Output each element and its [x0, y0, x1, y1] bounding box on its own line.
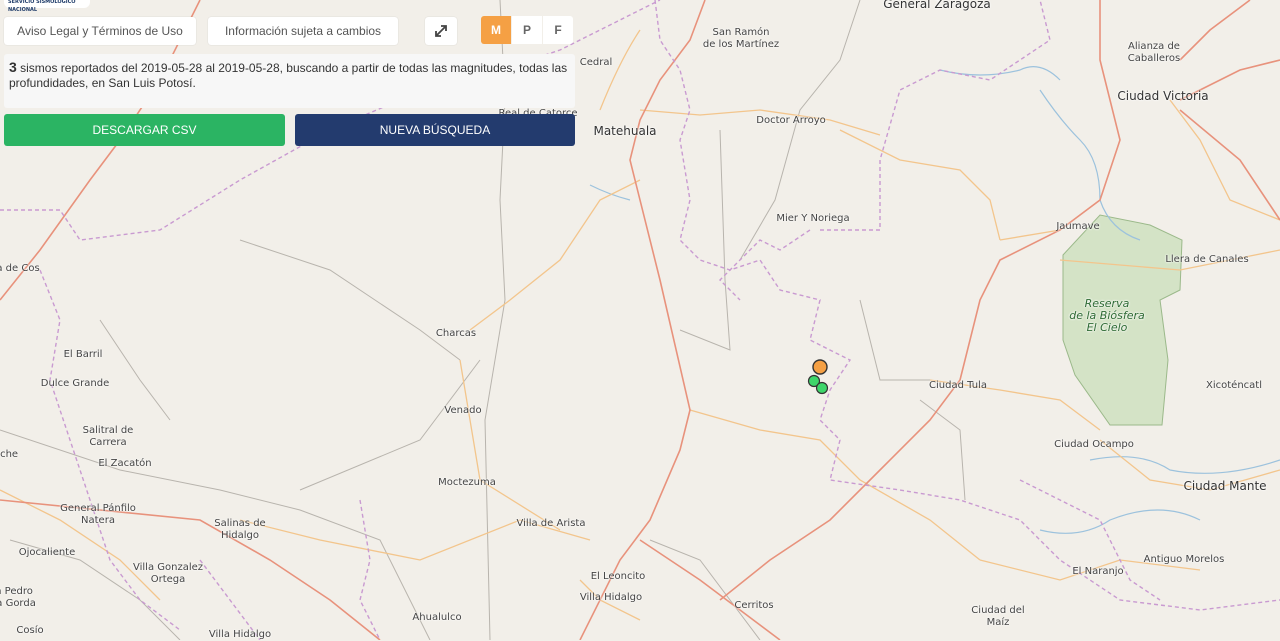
map-place-label: Ciudad del Maíz — [971, 605, 1025, 628]
new-search-button[interactable]: NUEVA BÚSQUEDA — [295, 114, 575, 146]
map-place-label: n Pedro ra Gorda — [0, 586, 36, 609]
map-place-label: General Pánfilo Natera — [60, 503, 136, 526]
earthquake-marker-green[interactable] — [815, 381, 829, 395]
info-subject-to-change-button[interactable]: Información sujeta a cambios — [208, 17, 398, 45]
map-place-label: Villa Hidalgo — [208, 629, 272, 640]
map-place-label: Villa Hidalgo — [579, 592, 643, 603]
map-place-label: Llera de Canales — [1165, 254, 1249, 265]
map-place-label: General Zaragoza — [883, 0, 991, 11]
map-place-label: Salitral de Carrera — [82, 425, 134, 448]
map-place-label: Jaumave — [1056, 221, 1100, 232]
legal-terms-button[interactable]: Aviso Legal y Términos de Uso — [4, 17, 196, 45]
earthquake-marker-orange[interactable] — [812, 359, 828, 375]
map-place-label: Venado — [444, 405, 482, 416]
map-place-label: Cerritos — [734, 600, 774, 611]
map-place-label: El Barril — [63, 349, 103, 360]
map-place-label: Ciudad Mante — [1183, 479, 1267, 493]
map-place-label: eche — [0, 449, 19, 460]
map-place-label: Matehuala — [593, 124, 657, 138]
segment-p[interactable]: P — [512, 16, 542, 44]
segment-m[interactable]: M — [481, 16, 511, 44]
quake-count: 3 — [9, 59, 17, 75]
summary-text: sismos reportados del 2019-05-28 al 2019… — [9, 61, 568, 90]
map-place-label: Ciudad Victoria — [1117, 89, 1209, 103]
map-place-label: Ciudad Ocampo — [1054, 439, 1134, 450]
park-label: Reserva de la Biósfera El Cielo — [1069, 297, 1145, 334]
map-place-label: Ojocaliente — [18, 547, 76, 558]
segment-f[interactable]: F — [543, 16, 573, 44]
map-place-label: Ahualulco — [412, 612, 462, 623]
map-place-label: Cosío — [16, 625, 44, 636]
map-place-label: El Zacatón — [98, 458, 152, 469]
search-summary: 3 sismos reportados del 2019-05-28 al 20… — [4, 54, 575, 108]
expand-arrows-icon — [435, 25, 447, 37]
map-place-label: Mier Y Noriega — [776, 213, 850, 224]
map-place-label: Moctezuma — [438, 477, 496, 488]
map-place-label: Salinas de Hidalgo — [214, 518, 266, 541]
map-place-label: a de Cos — [0, 263, 40, 274]
map-place-label: Villa Gonzalez Ortega — [132, 562, 204, 585]
map-place-label: San Ramón de los Martínez — [702, 27, 780, 50]
map-place-label: Ciudad Tula — [929, 380, 987, 391]
map-place-label: El Leoncito — [590, 571, 646, 582]
map-place-label: Charcas — [435, 328, 477, 339]
map-place-label: Antiguo Morelos — [1143, 554, 1225, 565]
expand-button[interactable] — [425, 17, 457, 45]
map-place-label: Villa de Arista — [516, 518, 586, 529]
map-place-label: Dulce Grande — [40, 378, 110, 389]
ssn-logo: SERVICIO SISMOLÓGICO NACIONAL — [4, 0, 90, 13]
download-csv-button[interactable]: DESCARGAR CSV — [4, 114, 285, 146]
map-place-label: El Naranjo — [1072, 566, 1124, 577]
map-place-label: Alianza de Caballeros — [1127, 41, 1181, 64]
map-place-label: Xicoténcatl — [1206, 380, 1262, 391]
map-place-label: Doctor Arroyo — [756, 115, 826, 126]
map-place-label: Cedral — [579, 57, 613, 68]
